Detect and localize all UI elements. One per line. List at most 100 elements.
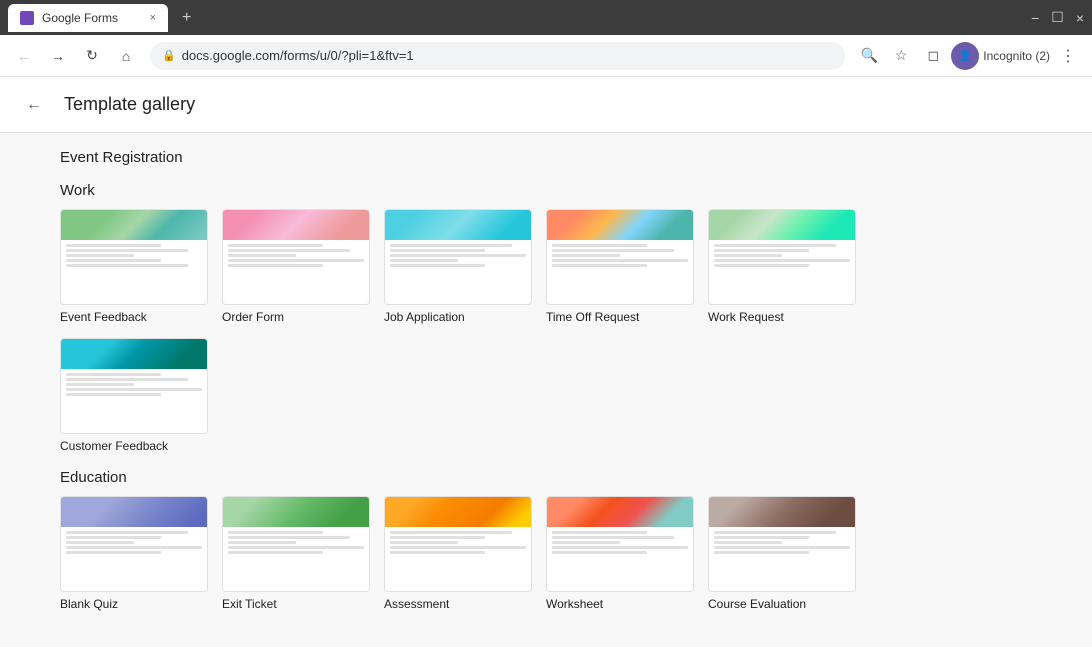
back-button[interactable]: ←: [16, 87, 52, 123]
card-line: [552, 546, 688, 549]
card-header-customer-feedback: [61, 339, 207, 369]
profile-button[interactable]: 👤: [951, 42, 979, 70]
browser-tab[interactable]: Google Forms ×: [8, 4, 168, 32]
section-event-registration: Event Registration: [60, 149, 1032, 166]
card-line: [390, 546, 526, 549]
template-name-job-application: Job Application: [384, 310, 465, 324]
window-minimize-button[interactable]: −: [1031, 10, 1039, 26]
template-card-assessment[interactable]: [384, 496, 532, 592]
card-line: [552, 254, 620, 257]
template-card-job-application[interactable]: [384, 209, 532, 305]
search-button[interactable]: 🔍: [855, 42, 883, 70]
card-body-order-form: [223, 240, 369, 271]
card-line: [714, 249, 809, 252]
template-exit-ticket[interactable]: Exit Ticket: [222, 496, 370, 611]
card-line: [714, 546, 850, 549]
browser-menu-button[interactable]: ⋮: [1054, 42, 1082, 70]
page-title: Template gallery: [64, 94, 195, 115]
card-body-blank-quiz: [61, 527, 207, 558]
card-line: [552, 536, 674, 539]
template-course-evaluation[interactable]: Course Evaluation: [708, 496, 856, 611]
card-line: [228, 551, 323, 554]
template-card-exit-ticket[interactable]: [222, 496, 370, 592]
template-card-customer-feedback[interactable]: [60, 338, 208, 434]
card-header-work-request: [709, 210, 855, 240]
card-line: [228, 254, 296, 257]
card-line: [390, 551, 485, 554]
nav-back-button[interactable]: ←: [10, 42, 38, 70]
card-line: [66, 536, 161, 539]
template-name-exit-ticket: Exit Ticket: [222, 597, 277, 611]
template-name-blank-quiz: Blank Quiz: [60, 597, 118, 611]
card-body-job-application: [385, 240, 531, 271]
card-line: [552, 551, 647, 554]
nav-refresh-button[interactable]: ↻: [78, 42, 106, 70]
template-event-feedback[interactable]: Event Feedback: [60, 209, 208, 324]
card-body-customer-feedback: [61, 369, 207, 400]
template-card-time-off-request[interactable]: [546, 209, 694, 305]
template-card-work-request[interactable]: [708, 209, 856, 305]
window-controls: − ☐ ×: [1031, 9, 1084, 26]
template-name-time-off-request: Time Off Request: [546, 310, 639, 324]
card-body-assessment: [385, 527, 531, 558]
template-worksheet[interactable]: Worksheet: [546, 496, 694, 611]
window-restore-button[interactable]: ☐: [1051, 9, 1064, 26]
card-body-worksheet: [547, 527, 693, 558]
bookmark-button[interactable]: ☆: [887, 42, 915, 70]
card-body-course-evaluation: [709, 527, 855, 558]
template-card-worksheet[interactable]: [546, 496, 694, 592]
template-name-work-request: Work Request: [708, 310, 784, 324]
template-name-worksheet: Worksheet: [546, 597, 603, 611]
template-name-event-feedback: Event Feedback: [60, 310, 147, 324]
nav-bar: ← → ↻ ⌂ 🔒 docs.google.com/forms/u/0/?pli…: [0, 35, 1092, 77]
card-line: [66, 373, 161, 376]
card-line: [714, 254, 782, 257]
card-line: [66, 378, 188, 381]
card-line: [714, 244, 836, 247]
card-line: [390, 531, 512, 534]
template-card-event-feedback[interactable]: [60, 209, 208, 305]
card-line: [714, 531, 836, 534]
nav-actions: 🔍 ☆ ◻ 👤 Incognito (2) ⋮: [855, 42, 1082, 70]
work-templates-grid-row2: Customer Feedback: [60, 338, 1032, 453]
template-job-application[interactable]: Job Application: [384, 209, 532, 324]
card-line: [390, 259, 458, 262]
section-title-event-registration: Event Registration: [60, 149, 1032, 166]
card-line: [390, 541, 458, 544]
browser-chrome: Google Forms × + − ☐ ×: [0, 0, 1092, 35]
template-name-course-evaluation: Course Evaluation: [708, 597, 806, 611]
template-card-blank-quiz[interactable]: [60, 496, 208, 592]
card-line: [66, 551, 161, 554]
nav-forward-button[interactable]: →: [44, 42, 72, 70]
card-line: [228, 244, 323, 247]
card-line: [66, 254, 134, 257]
template-time-off-request[interactable]: Time Off Request: [546, 209, 694, 324]
section-title-education: Education: [60, 469, 1032, 486]
template-card-course-evaluation[interactable]: [708, 496, 856, 592]
card-line: [552, 264, 647, 267]
card-header-assessment: [385, 497, 531, 527]
template-customer-feedback[interactable]: Customer Feedback: [60, 338, 208, 453]
card-line: [552, 259, 688, 262]
card-line: [390, 536, 485, 539]
template-assessment[interactable]: Assessment: [384, 496, 532, 611]
nav-home-button[interactable]: ⌂: [112, 42, 140, 70]
card-body-time-off-request: [547, 240, 693, 271]
card-header-worksheet: [547, 497, 693, 527]
card-line: [228, 264, 323, 267]
template-blank-quiz[interactable]: Blank Quiz: [60, 496, 208, 611]
lock-icon: 🔒: [162, 49, 176, 62]
card-line: [390, 264, 485, 267]
window-close-button[interactable]: ×: [1076, 10, 1084, 26]
template-work-request[interactable]: Work Request: [708, 209, 856, 324]
template-card-order-form[interactable]: [222, 209, 370, 305]
work-templates-grid: Event Feedback Order Form: [60, 209, 1032, 324]
template-name-order-form: Order Form: [222, 310, 284, 324]
card-header-time-off-request: [547, 210, 693, 240]
extensions-button[interactable]: ◻: [919, 42, 947, 70]
template-order-form[interactable]: Order Form: [222, 209, 370, 324]
address-bar[interactable]: 🔒 docs.google.com/forms/u/0/?pli=1&ftv=1: [150, 42, 845, 70]
new-tab-button[interactable]: +: [176, 9, 197, 27]
tab-close-button[interactable]: ×: [150, 12, 156, 24]
section-title-work: Work: [60, 182, 1032, 199]
